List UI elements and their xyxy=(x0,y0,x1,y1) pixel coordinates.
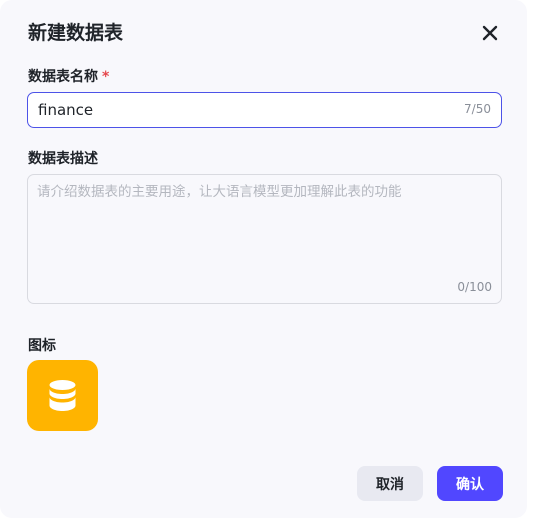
table-description-input[interactable] xyxy=(37,182,487,272)
name-char-counter: 7/50 xyxy=(464,102,491,116)
cancel-button[interactable]: 取消 xyxy=(357,466,423,501)
description-field-label: 数据表描述 xyxy=(28,151,98,167)
create-table-dialog: 新建数据表 数据表名称* 7/50 数据表描述 0/100 图标 取消 确认 xyxy=(0,0,527,518)
icon-section-label: 图标 xyxy=(28,338,56,354)
description-input-wrapper: 0/100 xyxy=(27,174,502,304)
name-input-wrapper: 7/50 xyxy=(27,92,502,128)
description-char-counter: 0/100 xyxy=(457,280,492,294)
name-label-text: 数据表名称 xyxy=(28,69,98,85)
name-field-label: 数据表名称 * xyxy=(28,67,109,87)
close-icon xyxy=(482,25,498,41)
database-icon xyxy=(49,380,76,411)
confirm-button[interactable]: 确认 xyxy=(437,466,503,501)
dialog-title: 新建数据表 xyxy=(28,22,124,44)
table-icon-picker[interactable] xyxy=(27,360,98,431)
required-mark: * xyxy=(102,69,110,85)
close-button[interactable] xyxy=(478,21,502,45)
table-name-input[interactable] xyxy=(38,99,438,121)
